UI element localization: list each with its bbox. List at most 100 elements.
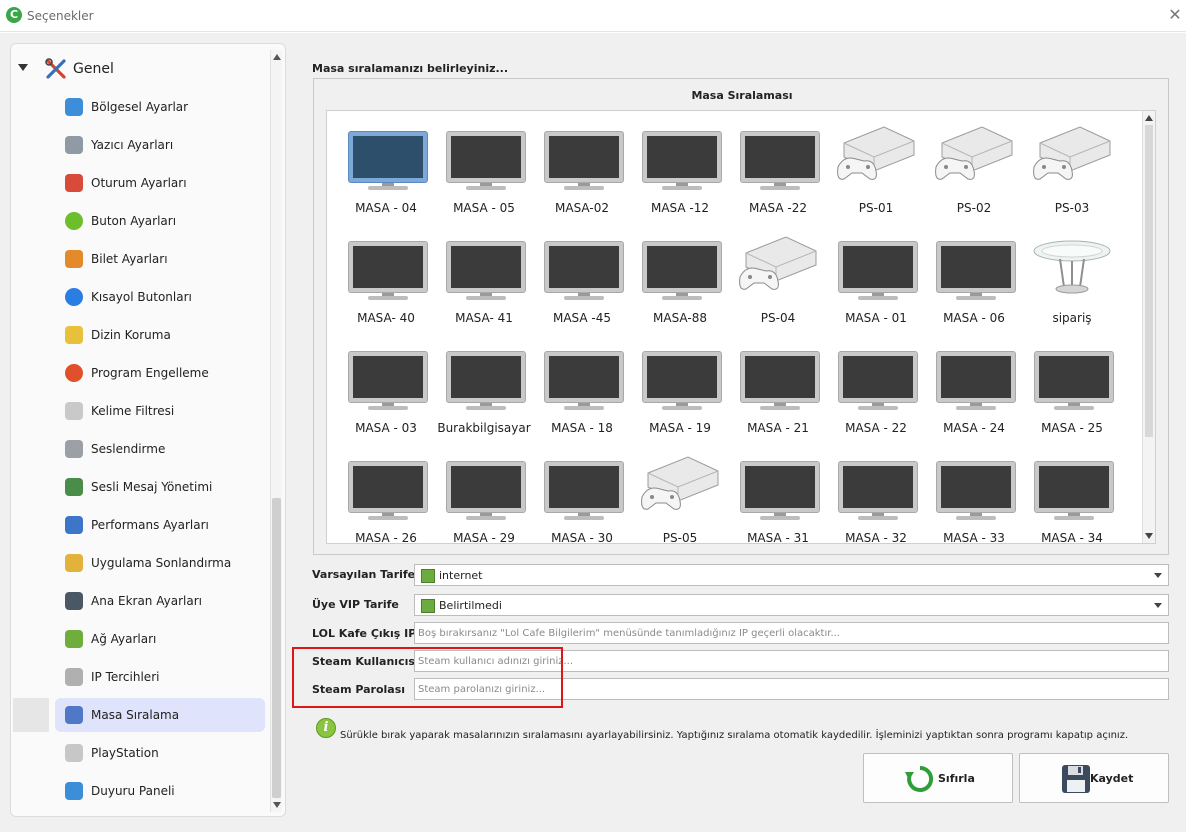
sidebar-item[interactable]: Ana Ekran Ayarları: [11, 582, 271, 620]
monitor-screen: [745, 466, 815, 508]
monitor-icon: [838, 241, 918, 301]
grid-scrollbar[interactable]: [1142, 111, 1155, 543]
sidebar-item[interactable]: Bilet Ayarları: [11, 240, 271, 278]
sidebar-item[interactable]: Buton Ayarları: [11, 202, 271, 240]
chevron-down-icon[interactable]: [1154, 603, 1162, 608]
sidebar-item[interactable]: Uygulama Sonlandırma: [11, 544, 271, 582]
monitor-bezel: [446, 461, 526, 513]
playstation-tile[interactable]: PS-02: [929, 111, 1019, 215]
table-tile[interactable]: MASA - 25: [1027, 331, 1117, 435]
table-tile[interactable]: MASA-88: [635, 221, 725, 325]
scroll-down-icon[interactable]: [1145, 533, 1153, 539]
scroll-thumb[interactable]: [1145, 125, 1153, 437]
table-tile[interactable]: MASA - 33: [929, 441, 1019, 543]
sidebar-item[interactable]: Kısayol Butonları: [11, 278, 271, 316]
collapse-arrow-icon[interactable]: [18, 64, 28, 71]
exit-ip-field[interactable]: [414, 622, 1169, 644]
monitor-bezel: [544, 351, 624, 403]
sidebar-item[interactable]: Dizin Koruma: [11, 316, 271, 354]
sidebar-item[interactable]: Masa Sıralama: [11, 696, 271, 734]
default-tariff-select[interactable]: internet: [414, 564, 1169, 586]
table-tile[interactable]: MASA - 01: [831, 221, 921, 325]
sidebar-item[interactable]: Sesli Mesaj Yönetimi: [11, 468, 271, 506]
table-tile[interactable]: MASA - 30: [537, 441, 627, 543]
sidebar-item[interactable]: Kelime Filtresi: [11, 392, 271, 430]
table-tile[interactable]: MASA - 03: [341, 331, 431, 435]
tile-label: MASA -45: [552, 311, 612, 325]
monitor-screen: [451, 356, 521, 398]
playstation-tile[interactable]: PS-01: [831, 111, 921, 215]
tile-label: MASA - 18: [551, 421, 613, 435]
table-tile[interactable]: MASA - 24: [929, 331, 1019, 435]
table-tile[interactable]: MASA - 31: [733, 441, 823, 543]
table-tile[interactable]: MASA- 40: [341, 221, 431, 325]
playstation-tile[interactable]: PS-03: [1027, 111, 1117, 215]
monitor-screen: [843, 466, 913, 508]
sidebar-item[interactable]: Seslendirme: [11, 430, 271, 468]
playstation-icon: [837, 126, 915, 180]
table-tile[interactable]: MASA -45: [537, 221, 627, 325]
sidebar-item[interactable]: IP Tercihleri: [11, 658, 271, 696]
scroll-up-icon[interactable]: [273, 54, 281, 60]
tile-label: MASA - 06: [943, 311, 1005, 325]
tile-label: MASA - 32: [845, 531, 907, 544]
monitor-icon: [642, 351, 722, 411]
table-grid[interactable]: MASA - 04 MASA - 05 MASA-02 MASA -12 MASA -2…: [326, 110, 1156, 544]
tree-root-genel[interactable]: Genel: [11, 54, 271, 84]
order-table-tile[interactable]: sipariş: [1027, 221, 1117, 325]
table-tile[interactable]: MASA-02: [537, 111, 627, 215]
table-tile[interactable]: MASA -12: [635, 111, 725, 215]
scroll-thumb[interactable]: [272, 498, 281, 798]
sidebar-item[interactable]: PlayStation: [11, 734, 271, 772]
sidebar-item[interactable]: Yazıcı Ayarları: [11, 126, 271, 164]
table-tile[interactable]: MASA -22: [733, 111, 823, 215]
sidebar-item[interactable]: Program Engelleme: [11, 354, 271, 392]
playstation-tile[interactable]: PS-04: [733, 221, 823, 325]
table-tile[interactable]: MASA - 06: [929, 221, 1019, 325]
monitor-bezel: [1034, 351, 1114, 403]
monitor-bezel: [1034, 461, 1114, 513]
chevron-down-icon[interactable]: [1154, 573, 1162, 578]
close-icon[interactable]: ✕: [1166, 6, 1184, 24]
table-tile[interactable]: MASA - 19: [635, 331, 725, 435]
table-tile[interactable]: MASA- 41: [439, 221, 529, 325]
exit-ip-label: LOL Kafe Çıkış IP: [312, 627, 417, 640]
sidebar-scrollbar[interactable]: [270, 50, 282, 812]
table-tile[interactable]: MASA - 18: [537, 331, 627, 435]
table-tile[interactable]: MASA - 29: [439, 441, 529, 543]
vip-tariff-select[interactable]: Belirtilmedi: [414, 594, 1169, 616]
scroll-down-icon[interactable]: [273, 802, 281, 808]
table-tile[interactable]: MASA - 04: [341, 111, 431, 215]
table-order-group: Masa Sıralaması MASA - 04 MASA - 05 MASA-0…: [313, 78, 1169, 555]
scroll-up-icon[interactable]: [1145, 115, 1153, 121]
table-tile[interactable]: Burakbilgisayar: [437, 331, 531, 435]
table-tile[interactable]: MASA - 21: [733, 331, 823, 435]
sidebar-item-label: Performans Ayarları: [91, 518, 209, 532]
tile-label: MASA - 22: [845, 421, 907, 435]
table-tile[interactable]: MASA - 22: [831, 331, 921, 435]
playstation-tile[interactable]: PS-05: [635, 441, 725, 543]
monitor-screen: [745, 136, 815, 178]
monitor-screen: [941, 246, 1011, 288]
table-tile[interactable]: MASA - 32: [831, 441, 921, 543]
sidebar-item[interactable]: Bölgesel Ayarlar: [11, 88, 271, 126]
sidebar-item[interactable]: Oturum Ayarları: [11, 164, 271, 202]
tariff-icon: [421, 569, 435, 583]
tree-root-label: Genel: [73, 61, 114, 77]
table-tile[interactable]: MASA - 26: [341, 441, 431, 543]
monitor-icon: [544, 351, 624, 411]
monitor-screen: [647, 356, 717, 398]
sidebar-item[interactable]: Performans Ayarları: [11, 506, 271, 544]
save-button[interactable]: Kaydet: [1019, 753, 1169, 803]
monitor-screen: [843, 246, 913, 288]
monitor-icon: [65, 592, 83, 610]
tile-label: PS-03: [1054, 201, 1090, 215]
table-tile[interactable]: MASA - 05: [439, 111, 529, 215]
table-tile[interactable]: MASA - 34: [1027, 441, 1117, 543]
reset-button[interactable]: Sıfırla: [863, 753, 1013, 803]
monitor-base: [858, 406, 898, 410]
monitor-base: [368, 186, 408, 190]
monitor-base: [858, 296, 898, 300]
sidebar-item[interactable]: Ağ Ayarları: [11, 620, 271, 658]
sidebar-item[interactable]: Duyuru Paneli: [11, 772, 271, 810]
